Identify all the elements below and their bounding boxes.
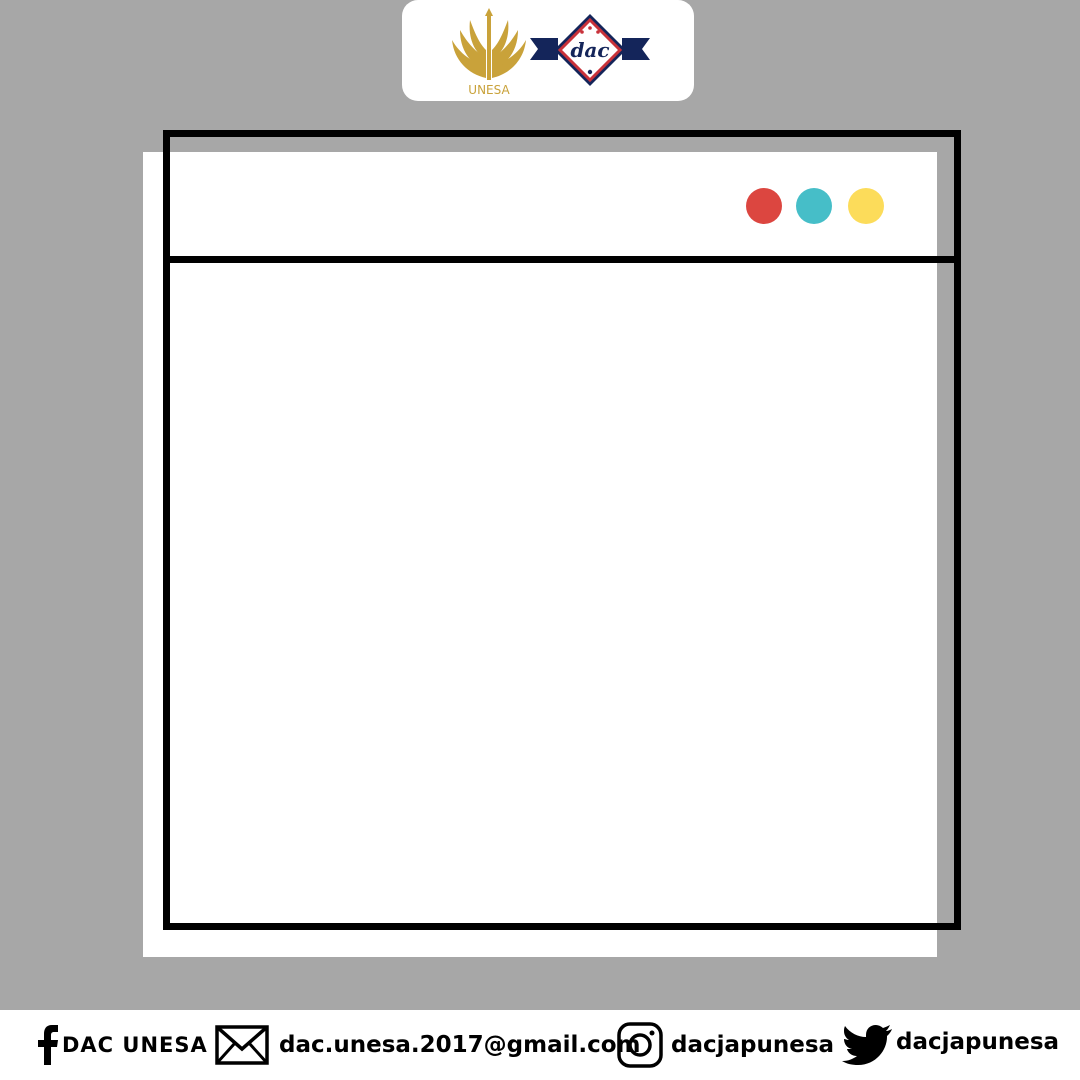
svg-text:UNESA: UNESA <box>468 83 510 97</box>
unesa-logo: UNESA <box>452 8 526 97</box>
yellow-dot[interactable] <box>848 188 884 224</box>
instagram-icon <box>617 1022 663 1068</box>
email-label: dac.unesa.2017@gmail.com <box>279 1032 641 1058</box>
teal-dot[interactable] <box>796 188 832 224</box>
instagram-label: dacjapunesa <box>671 1032 835 1058</box>
twitter-label: dacjapunesa <box>896 1029 1060 1055</box>
facebook-link[interactable]: DAC UNESA <box>38 1010 208 1080</box>
twitter-icon <box>842 1025 892 1065</box>
instagram-link[interactable]: dacjapunesa <box>617 1010 834 1080</box>
email-link[interactable]: dac.unesa.2017@gmail.com <box>215 1010 641 1080</box>
twitter-link[interactable]: dacjapunesa <box>842 1010 1059 1080</box>
facebook-icon <box>38 1025 58 1065</box>
facebook-label: DAC UNESA <box>62 1033 208 1057</box>
red-dot[interactable] <box>746 188 782 224</box>
window-titlebar <box>170 137 954 263</box>
social-footer: DAC UNESA dac.unesa.2017@gmail.com dacja… <box>0 1010 1080 1080</box>
dac-logo: dac <box>530 14 650 86</box>
browser-window <box>163 130 961 930</box>
mail-icon <box>215 1025 269 1065</box>
svg-text:dac: dac <box>570 38 609 62</box>
logo-card: UNESA dac <box>402 0 694 101</box>
